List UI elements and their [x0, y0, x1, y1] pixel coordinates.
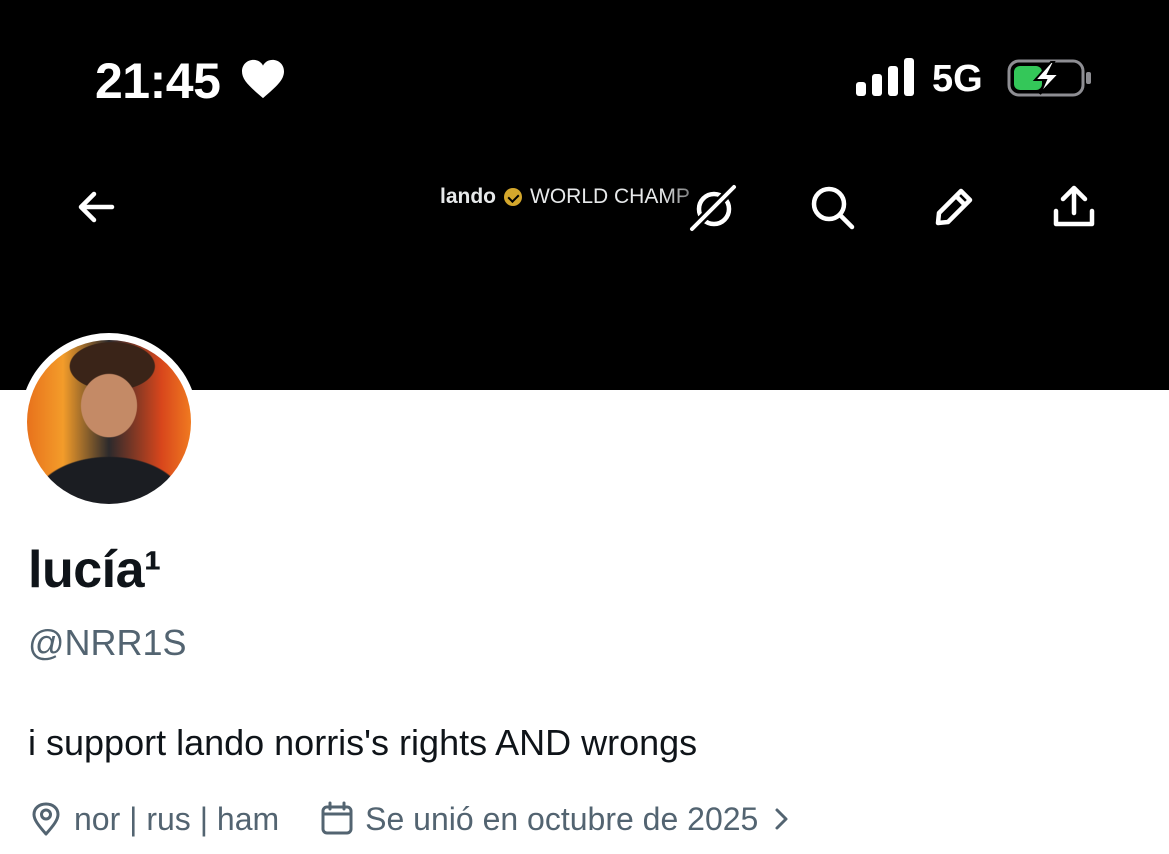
location-pin-icon [32, 802, 60, 836]
profile-meta: nor | rus | ham Se unió en octubre de 20… [28, 798, 796, 840]
banner-caption-user: lando [440, 185, 496, 208]
status-time: 21:45 [95, 53, 221, 109]
profile-bio: i support lando norris's rights AND wron… [28, 722, 698, 763]
banner-caption: lando WORLD CHAMP [440, 183, 720, 211]
search-icon[interactable] [808, 183, 856, 231]
profile-location: nor | rus | ham [74, 800, 280, 837]
joined-date[interactable]: Se unió en octubre de 2025 [365, 801, 758, 838]
user-handle: @NRR1S [28, 622, 187, 663]
avatar[interactable] [20, 333, 198, 511]
avatar-photo [27, 340, 191, 504]
calendar-icon [321, 801, 353, 835]
heart-icon [242, 59, 284, 99]
verified-badge-icon [504, 188, 522, 206]
signal-icon [856, 58, 914, 96]
share-icon[interactable] [1050, 183, 1098, 231]
chevron-right-icon[interactable] [768, 805, 796, 833]
edit-pencil-icon[interactable] [930, 183, 978, 231]
network-label: 5G [932, 58, 983, 100]
battery-charging-icon [1007, 59, 1091, 97]
grok-icon[interactable] [688, 183, 738, 233]
display-name: lucía¹ [28, 541, 161, 599]
back-arrow-icon[interactable] [72, 183, 120, 231]
